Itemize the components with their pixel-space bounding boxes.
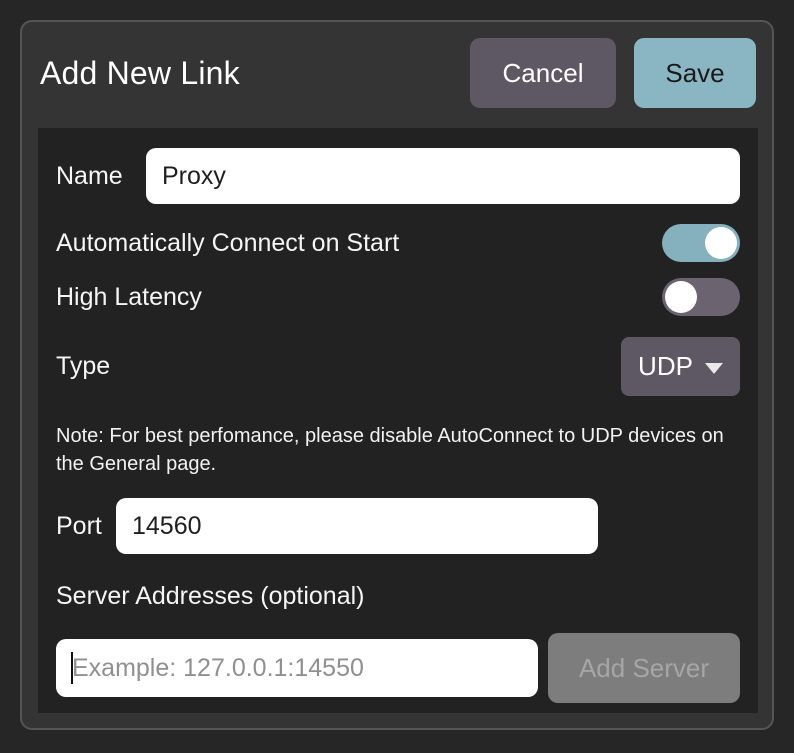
name-label: Name xyxy=(56,162,130,191)
port-row: Port xyxy=(56,498,740,554)
chevron-down-icon xyxy=(705,363,723,374)
link-settings-panel: Name Automatically Connect on Start High… xyxy=(38,128,758,713)
server-address-input-wrap xyxy=(56,639,538,697)
dialog-title: Add New Link xyxy=(40,55,240,92)
type-row: Type UDP xyxy=(56,337,740,396)
port-input[interactable] xyxy=(116,498,598,554)
dialog-header: Add New Link Cancel Save xyxy=(22,22,772,108)
name-row: Name xyxy=(56,148,740,204)
server-addresses-label: Server Addresses (optional) xyxy=(56,582,740,611)
high-latency-row: High Latency xyxy=(56,278,740,316)
type-dropdown[interactable]: UDP xyxy=(621,337,740,396)
name-input[interactable] xyxy=(146,148,740,204)
text-caret xyxy=(71,652,73,684)
save-button[interactable]: Save xyxy=(634,38,756,108)
port-label: Port xyxy=(56,512,116,541)
header-buttons: Cancel Save xyxy=(470,38,756,108)
auto-connect-toggle[interactable] xyxy=(662,224,740,262)
toggle-knob xyxy=(665,281,697,313)
auto-connect-row: Automatically Connect on Start xyxy=(56,224,740,262)
add-new-link-dialog: Add New Link Cancel Save Name Automatica… xyxy=(20,20,774,730)
auto-connect-label: Automatically Connect on Start xyxy=(56,229,662,258)
cancel-button[interactable]: Cancel xyxy=(470,38,616,108)
high-latency-toggle[interactable] xyxy=(662,278,740,316)
server-address-input[interactable] xyxy=(56,639,538,697)
type-label: Type xyxy=(56,352,621,381)
toggle-knob xyxy=(705,227,737,259)
high-latency-label: High Latency xyxy=(56,283,662,312)
server-address-row: Add Server xyxy=(56,633,740,703)
type-dropdown-value: UDP xyxy=(638,351,693,382)
add-server-button[interactable]: Add Server xyxy=(548,633,740,703)
udp-performance-note: Note: For best perfomance, please disabl… xyxy=(56,422,736,478)
